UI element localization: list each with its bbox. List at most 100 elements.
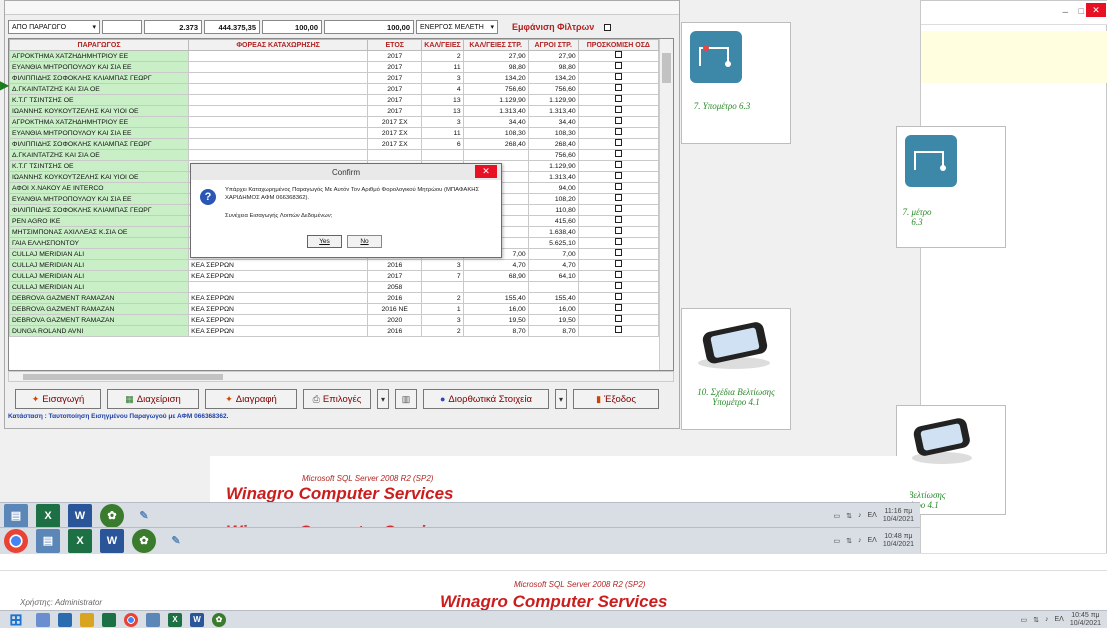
cell-crops-area[interactable]: 1.313,40 [462, 105, 529, 117]
cell-fields-area[interactable]: 108,30 [527, 127, 579, 139]
cell-producer[interactable]: ΕΥΑΝΘΙΑ ΜΗΤΡΟΠΟΥΛΟΥ ΚΑΙ ΣΙΑ ΕΕ [9, 127, 190, 139]
osd-checkbox[interactable] [614, 62, 622, 69]
cell-year[interactable]: 2016 [367, 325, 423, 337]
cell-producer[interactable]: ΓΑΙΑ ΕΛΛΗΣΠΟΝΤΟΥ [9, 237, 190, 249]
cell-fields-area[interactable]: 1.129,90 [527, 160, 579, 172]
cell-crops[interactable]: 2 [421, 50, 464, 62]
table-row[interactable]: DEBROVA GAZMENT RAMAZAN ΚΕΑ ΣΕΡΡΩΝ 2020 3 19… [9, 314, 660, 326]
cell-osd-submission[interactable] [577, 160, 660, 172]
cell-producer[interactable]: DEBROVA GAZMENT RAMAZAN [9, 292, 190, 304]
cell-registration-body[interactable] [188, 138, 369, 150]
cell-producer[interactable]: ΑΓΡΟΚΤΗΜΑ ΧΑΤΖΗΔΗΜΗΤΡΙΟΥ ΕΕ [9, 50, 190, 62]
cell-osd-submission[interactable] [577, 292, 660, 304]
col-fields-area[interactable]: ΑΓΡΟΙ ΣΤΡ. [527, 39, 579, 51]
cell-crops[interactable]: 3 [421, 116, 464, 128]
col-year[interactable]: ΕΤΟΣ [367, 39, 423, 51]
cell-fields-area[interactable]: 98,80 [527, 61, 579, 73]
cell-crops-area[interactable]: 4,70 [462, 259, 529, 271]
table-row[interactable]: ΕΥΑΝΘΙΑ ΜΗΤΡΟΠΟΥΛΟΥ ΚΑΙ ΣΙΑ ΕΕ 2017 ΣΧ 11 1… [9, 127, 660, 139]
volume-icon[interactable]: ♪ [1045, 616, 1049, 623]
cell-crops[interactable]: 4 [421, 83, 464, 95]
insert-button[interactable]: ✦ Εισαγωγή [15, 389, 101, 409]
cell-fields-area[interactable]: 94,00 [527, 182, 579, 194]
table-row[interactable]: Δ.ΓΚΑΙΝΤΑΤΖΗΣ ΚΑΙ ΣΙΑ ΟΕ 756,60 [9, 149, 660, 161]
word-icon[interactable]: W [100, 528, 124, 553]
cell-registration-body[interactable] [188, 61, 369, 73]
table-row[interactable]: DEBROVA GAZMENT RAMAZAN ΚΕΑ ΣΕΡΡΩΝ 2016 2 15… [9, 292, 660, 304]
cell-year[interactable]: 2016 [367, 292, 423, 304]
osd-checkbox[interactable] [614, 271, 622, 278]
cell-osd-submission[interactable] [577, 61, 660, 73]
osd-checkbox[interactable] [614, 95, 622, 102]
cell-producer[interactable]: PEN AGRO IKE [9, 215, 190, 227]
cell-crops-area[interactable]: 98,80 [462, 61, 529, 73]
osd-checkbox[interactable] [614, 326, 622, 333]
cell-crops[interactable]: 13 [421, 105, 464, 117]
start-icon[interactable]: ⊞ [4, 612, 28, 628]
excel-icon[interactable]: X [68, 528, 92, 553]
cell-crops[interactable]: 7 [421, 270, 464, 282]
cell-producer[interactable]: CULLAJ MERIDIAN ALI [9, 270, 190, 282]
cell-crops[interactable]: 3 [421, 314, 464, 326]
excel-icon[interactable]: X [36, 503, 60, 528]
col-crops-area[interactable]: ΚΑΛ/ΓΕΙΕΣ ΣΤΡ. [462, 39, 529, 51]
cell-crops-area[interactable]: 108,30 [462, 127, 529, 139]
cell-osd-submission[interactable] [577, 215, 660, 227]
cell-osd-submission[interactable] [577, 94, 660, 106]
vertical-scrollbar[interactable] [659, 39, 673, 370]
table-row[interactable]: CULLAJ MERIDIAN ALI 2058 [9, 281, 660, 293]
osd-checkbox[interactable] [614, 150, 622, 157]
cell-fields-area[interactable]: 7,00 [527, 248, 579, 260]
cell-registration-body[interactable] [188, 281, 369, 293]
cell-osd-submission[interactable] [577, 83, 660, 95]
cell-producer[interactable]: ΙΩΑΝΝΗΣ ΚΟΥΚΟΥΤΖΕΛΗΣ ΚΑΙ ΥΙΟΙ ΟΕ [9, 171, 190, 183]
cell-crops-area[interactable]: 268,40 [462, 138, 529, 150]
cell-fields-area[interactable]: 34,40 [527, 116, 579, 128]
volume-icon[interactable]: ♪ [858, 537, 862, 544]
cell-year[interactable]: 2017 ΣΧ [367, 127, 423, 139]
network-icon[interactable]: ⇅ [846, 537, 852, 545]
cell-registration-body[interactable] [188, 94, 369, 106]
osd-checkbox[interactable] [614, 172, 622, 179]
cell-osd-submission[interactable] [577, 237, 660, 249]
card-submeasure-6-3[interactable]: 7. Υπομέτρο 6.3 [681, 22, 791, 144]
col-osd-submission[interactable]: ΠΡΟΣΚΟΜΙΣΗ ΟΣΔ [577, 39, 660, 51]
cell-year[interactable]: 2017 ΣΧ [367, 138, 423, 150]
cell-osd-submission[interactable] [577, 105, 660, 117]
cell-registration-body[interactable]: ΚΕΑ ΣΕΡΡΩΝ [188, 292, 369, 304]
cell-fields-area[interactable]: 108,20 [527, 193, 579, 205]
osd-checkbox[interactable] [614, 293, 622, 300]
table-row[interactable]: ΑΓΡΟΚΤΗΜΑ ΧΑΤΖΗΔΗΜΗΤΡΙΟΥ ΕΕ 2017 2 27,90 27,… [9, 50, 660, 62]
cell-year[interactable]: 2058 [367, 281, 423, 293]
osd-checkbox[interactable] [614, 260, 622, 267]
cell-producer[interactable]: ΕΥΑΝΘΙΑ ΜΗΤΡΟΠΟΥΛΟΥ ΚΑΙ ΣΙΑ ΕΕ [9, 193, 190, 205]
cell-osd-submission[interactable] [577, 303, 660, 315]
cell-osd-submission[interactable] [577, 72, 660, 84]
cell-crops-area[interactable]: 19,50 [462, 314, 529, 326]
cell-crops-area[interactable]: 27,90 [462, 50, 529, 62]
cell-producer[interactable]: ΦΙΛΙΠΠΙΔΗΣ ΣΟΦΟΚΛΗΣ ΚΛΙΑΜΠΑΣ ΓΕΩΡΓ [9, 204, 190, 216]
cell-crops[interactable] [421, 281, 464, 293]
cell-registration-body[interactable]: ΚΕΑ ΣΕΡΡΩΝ [188, 303, 369, 315]
corrective-dropdown[interactable]: ▾ [555, 389, 567, 409]
cell-osd-submission[interactable] [577, 248, 660, 260]
osd-checkbox[interactable] [614, 249, 622, 256]
cell-year[interactable]: 2017 [367, 94, 423, 106]
cell-fields-area[interactable]: 134,20 [527, 72, 579, 84]
osd-checkbox[interactable] [614, 139, 622, 146]
cell-osd-submission[interactable] [577, 127, 660, 139]
delete-button[interactable]: ✦ Διαγραφή [205, 389, 297, 409]
cell-fields-area[interactable]: 1.129,90 [527, 94, 579, 106]
cell-osd-submission[interactable] [577, 193, 660, 205]
table-row[interactable]: ΙΩΑΝΝΗΣ ΚΟΥΚΟΥΤΖΕΛΗΣ ΚΑΙ ΥΙΟΙ ΟΕ 2017 13 1.… [9, 105, 660, 117]
cell-osd-submission[interactable] [577, 138, 660, 150]
cell-fields-area[interactable]: 1.638,40 [527, 226, 579, 238]
volume-icon[interactable]: ♪ [858, 512, 862, 519]
cell-osd-submission[interactable] [577, 171, 660, 183]
winagro-icon[interactable]: ✿ [100, 503, 124, 528]
cell-registration-body[interactable] [188, 50, 369, 62]
table-row[interactable]: Δ.ΓΚΑΙΝΤΑΤΖΗΣ ΚΑΙ ΣΙΑ ΟΕ 2017 4 756,60 756,6… [9, 83, 660, 95]
powershell-icon[interactable] [58, 612, 72, 627]
network-icon[interactable]: ⇅ [846, 512, 852, 520]
cell-producer[interactable]: Κ.Τ.Γ ΤΣΙΝΤΣΗΣ ΟΕ [9, 94, 190, 106]
